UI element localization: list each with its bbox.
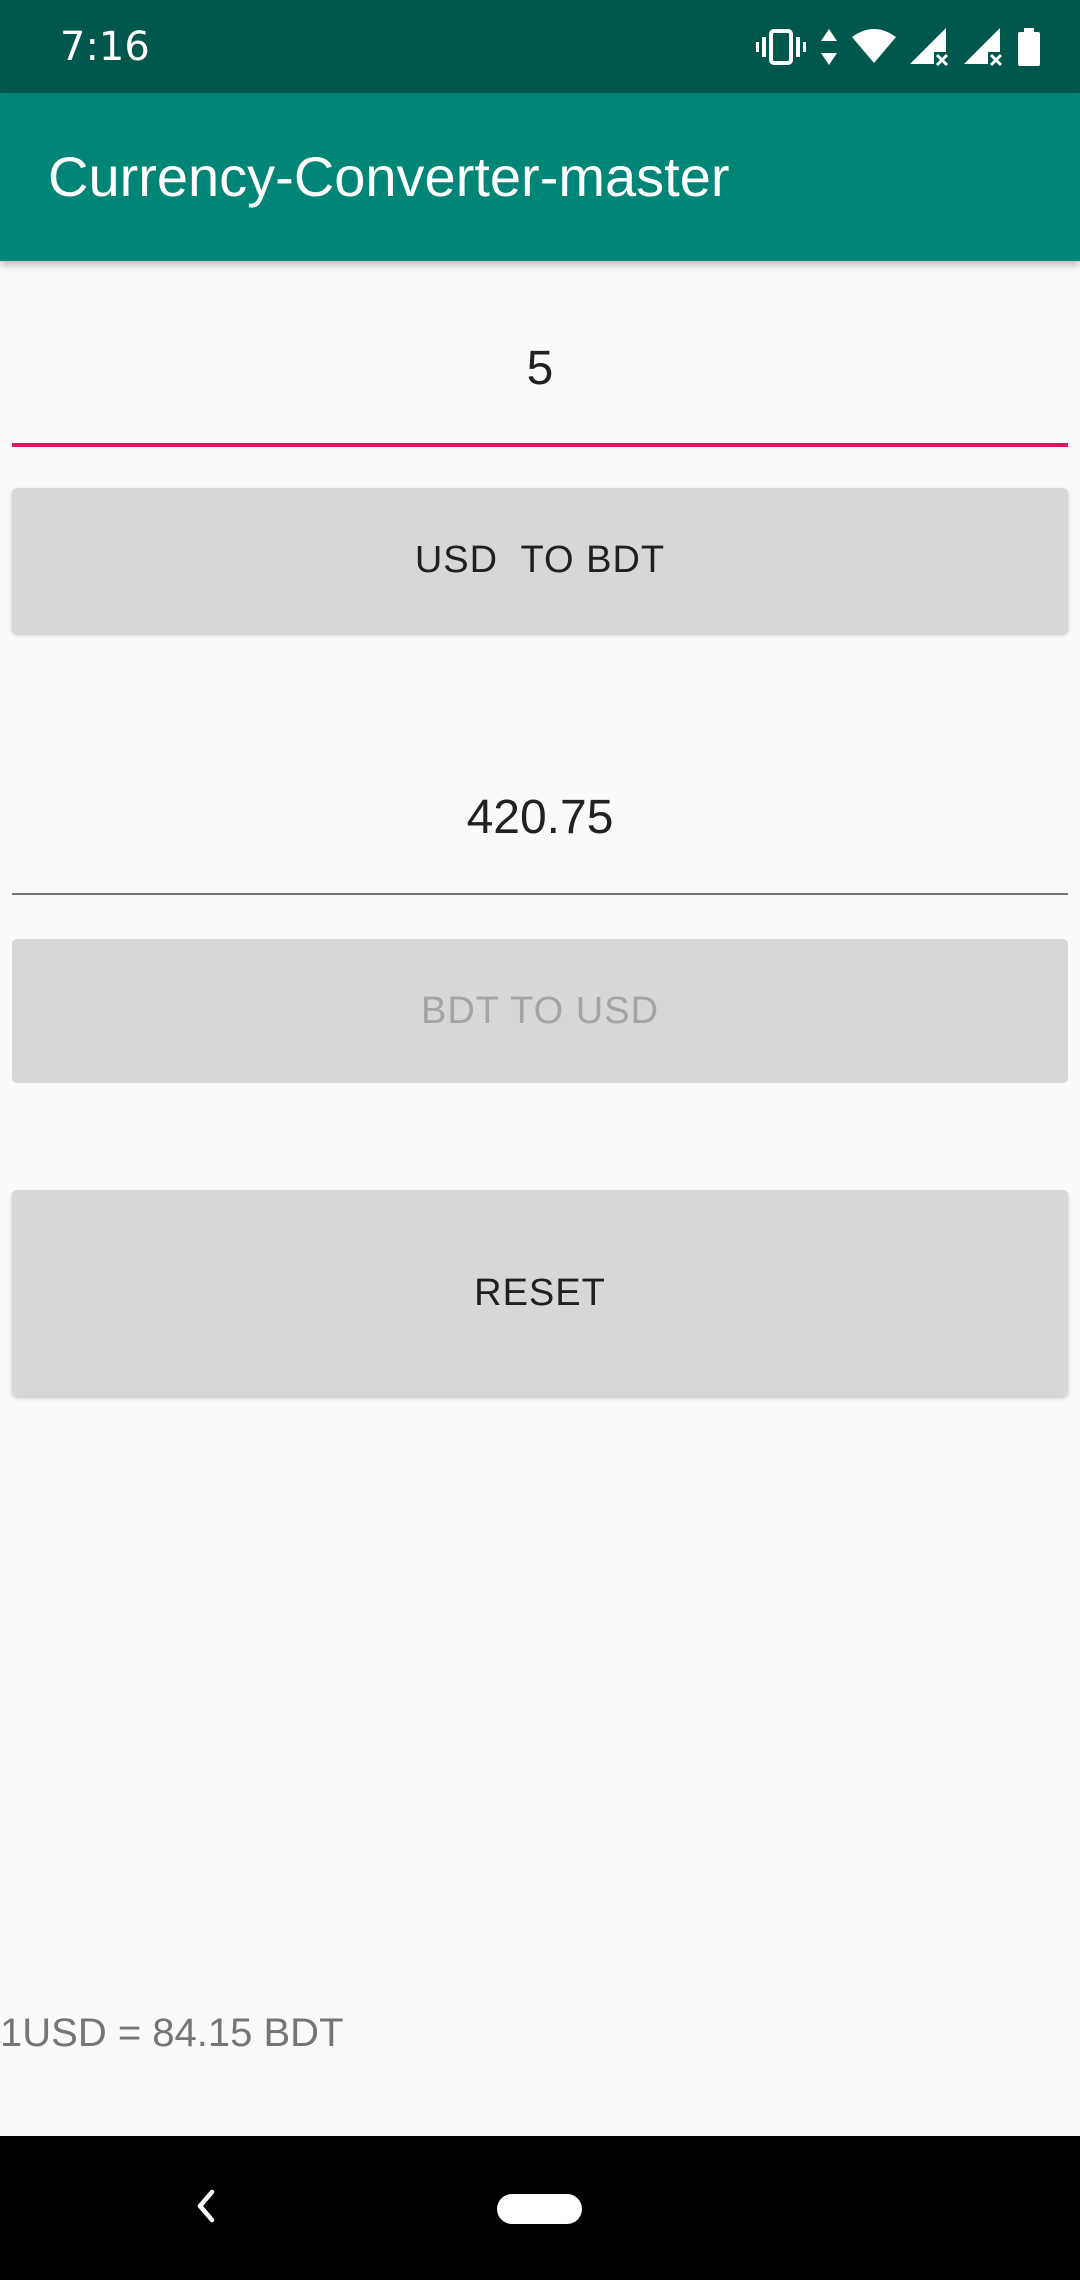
navigation-bar — [0, 2136, 1080, 2280]
bdt-input-underline — [12, 893, 1068, 895]
usd-amount-input[interactable] — [12, 308, 1068, 428]
app-bar: Currency-Converter-master — [0, 93, 1080, 261]
bdt-amount-input[interactable] — [12, 757, 1068, 877]
usd-to-bdt-button[interactable]: USD TO BDT — [12, 488, 1068, 633]
app-title: Currency-Converter-master — [48, 145, 730, 208]
signal-no-service-icon — [964, 28, 1004, 66]
back-icon[interactable] — [190, 2186, 220, 2230]
status-time: 7:16 — [60, 24, 150, 70]
status-icons — [756, 24, 1040, 70]
usd-input-underline — [12, 443, 1068, 447]
exchange-rate-text: 1USD = 84.15 BDT — [0, 2011, 344, 2055]
bdt-to-usd-button[interactable]: BDT TO USD — [12, 939, 1068, 1083]
reset-button[interactable]: RESET — [12, 1190, 1068, 1396]
battery-icon — [1018, 28, 1040, 66]
wifi-icon — [852, 29, 896, 65]
home-pill-icon[interactable] — [497, 2194, 582, 2224]
status-bar: 7:16 — [0, 0, 1080, 93]
data-arrows-icon — [820, 29, 838, 65]
vibrate-icon — [756, 29, 806, 65]
signal-no-service-icon — [910, 28, 950, 66]
